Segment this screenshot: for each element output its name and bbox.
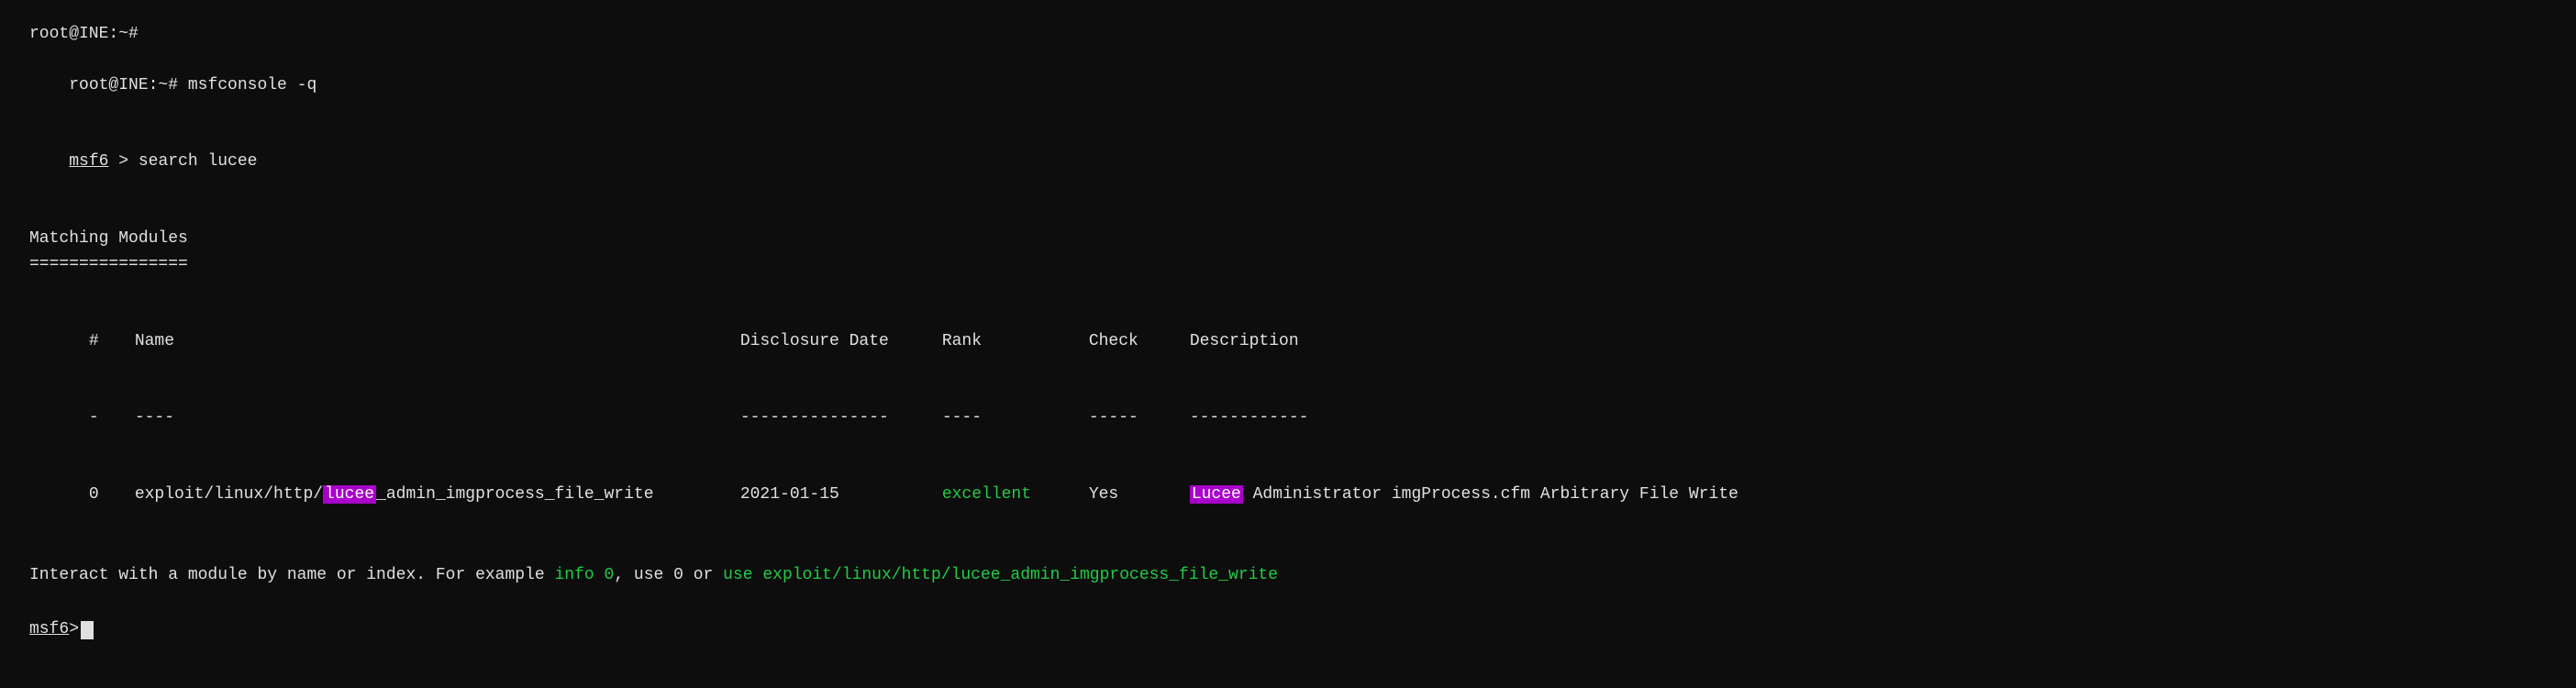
row0-name-highlight: lucee bbox=[323, 485, 376, 504]
terminal-line-1: root@INE:~# bbox=[29, 22, 2547, 48]
row0-date: 2021-01-15 bbox=[740, 483, 942, 508]
divider-desc: ------------ bbox=[1190, 405, 1309, 431]
divider-name: ---- bbox=[135, 405, 740, 431]
command-msfconsole: msfconsole -q bbox=[188, 76, 316, 94]
header-rank: Rank bbox=[942, 329, 1089, 355]
section-separator: ================ bbox=[29, 252, 2547, 278]
interact-text-1: Interact with a module by name or index.… bbox=[29, 566, 555, 584]
blank-2 bbox=[29, 278, 2547, 304]
header-name: Name bbox=[135, 329, 740, 355]
row0-num: 0 bbox=[89, 483, 135, 508]
terminal-container: root@INE:~# root@INE:~# msfconsole -q ms… bbox=[29, 22, 2547, 643]
header-desc: Description bbox=[1190, 329, 1299, 355]
final-msf6: msf6 bbox=[29, 617, 69, 643]
divider-date: --------------- bbox=[740, 405, 942, 431]
terminal-line-3: msf6 > search lucee bbox=[29, 125, 2547, 202]
table-divider-row: ----------------------------------------… bbox=[29, 380, 2547, 457]
interact-cmd2: use exploit/linux/http/lucee_admin_imgpr… bbox=[723, 566, 1278, 584]
row0-rank: excellent bbox=[942, 483, 1089, 508]
interact-text-2: , use 0 or bbox=[614, 566, 723, 584]
table-section: #NameDisclosure DateRankCheckDescription… bbox=[29, 304, 2547, 534]
table-header-row: #NameDisclosure DateRankCheckDescription bbox=[29, 304, 2547, 381]
interact-line: Interact with a module by name or index.… bbox=[29, 563, 2547, 589]
header-num: # bbox=[89, 329, 135, 355]
table-row-0: 0exploit/linux/http/lucee_admin_imgproce… bbox=[29, 457, 2547, 534]
interact-cmd1: info 0 bbox=[555, 566, 615, 584]
row0-desc: Lucee Administrator imgProcess.cfm Arbit… bbox=[1190, 483, 1738, 508]
terminal-line-2: root@INE:~# msfconsole -q bbox=[29, 48, 2547, 125]
cursor bbox=[81, 621, 94, 639]
divider-num: - bbox=[89, 405, 135, 431]
row0-desc-highlight: Lucee bbox=[1190, 485, 1243, 504]
row0-name-pre: exploit/linux/http/ bbox=[135, 485, 323, 504]
row0-check: Yes bbox=[1089, 483, 1190, 508]
blank-4 bbox=[29, 593, 2547, 618]
row0-name: exploit/linux/http/lucee_admin_imgproces… bbox=[135, 483, 740, 508]
blank-3 bbox=[29, 534, 2547, 560]
msf6-prompt-3: msf6 bbox=[69, 152, 108, 171]
row0-name-post: _admin_imgprocess_file_write bbox=[376, 485, 653, 504]
divider-rank: ---- bbox=[942, 405, 1089, 431]
command-search: search lucee bbox=[139, 152, 258, 171]
header-date: Disclosure Date bbox=[740, 329, 942, 355]
section-title: Matching Modules bbox=[29, 227, 2547, 252]
prompt-3-rest: > bbox=[108, 152, 138, 171]
prompt-2: root@INE:~# bbox=[69, 76, 188, 94]
header-check: Check bbox=[1089, 329, 1190, 355]
row0-desc-post: Administrator imgProcess.cfm Arbitrary F… bbox=[1243, 485, 1738, 504]
divider-check: ----- bbox=[1089, 405, 1190, 431]
final-prompt-line: msf6 > bbox=[29, 617, 2547, 643]
blank-1 bbox=[29, 201, 2547, 227]
final-prompt-rest: > bbox=[69, 617, 79, 643]
